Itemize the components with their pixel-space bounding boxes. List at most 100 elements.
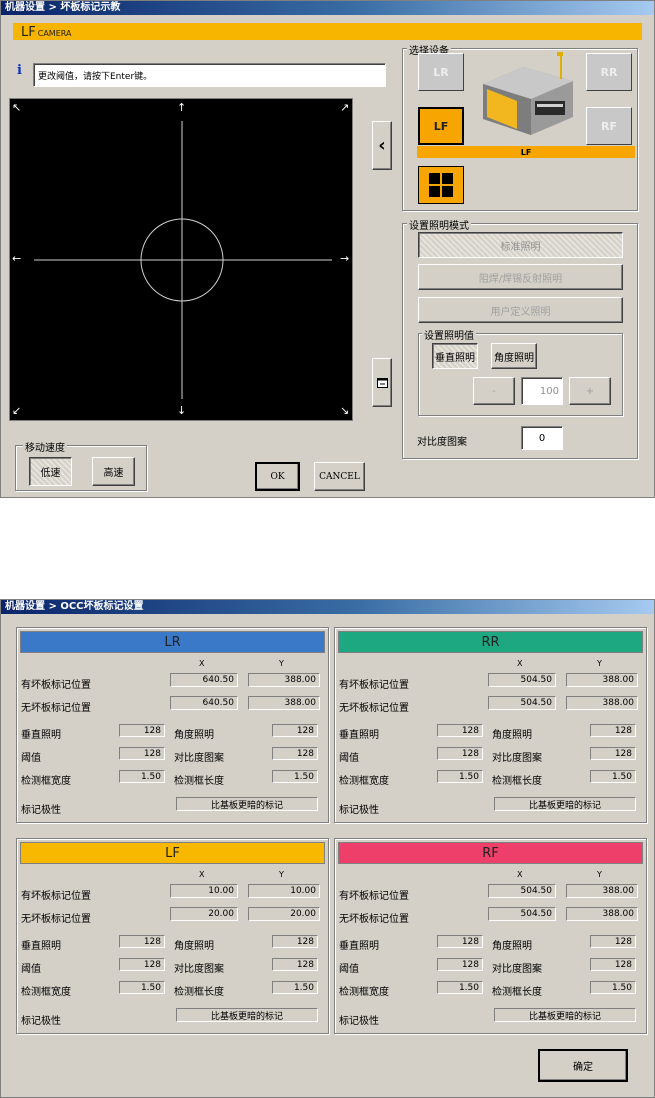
polarity-field: 比基板更暗的标记 xyxy=(176,1008,318,1022)
col-x-label: X xyxy=(517,659,523,668)
high-speed-button[interactable]: 高速 xyxy=(92,457,135,486)
occ-title: 机器设置 > OCC坏板标记设置 xyxy=(5,601,144,612)
plus-button[interactable]: + xyxy=(569,377,611,405)
vertical-field: 128 xyxy=(437,724,483,737)
width-label: 检测框宽度 xyxy=(21,987,71,998)
arrow-e-button[interactable]: → xyxy=(340,252,349,265)
cancel-button[interactable]: CANCEL xyxy=(314,462,365,491)
panel-name: RF xyxy=(482,845,499,861)
contrast-field[interactable]: 0 xyxy=(521,426,563,450)
vertical-field: 128 xyxy=(437,935,483,948)
vertical-light-button[interactable]: 垂直照明 xyxy=(432,343,478,369)
contrast-label: 对比度图案 xyxy=(492,964,542,975)
has-x-field: 10.00 xyxy=(170,884,238,898)
threshold-label: 阈值 xyxy=(339,753,359,764)
has-pos-label: 有坏板标记位置 xyxy=(21,680,91,691)
contrast-field: 128 xyxy=(272,747,318,760)
length-field: 1.50 xyxy=(272,981,318,994)
light-value-field[interactable]: 100 xyxy=(521,377,563,405)
camera-header: LF CAMERA xyxy=(13,23,642,40)
contrast-field: 128 xyxy=(590,747,636,760)
length-field: 1.50 xyxy=(272,770,318,783)
device-rf-button[interactable]: RF xyxy=(586,107,632,145)
camera-viewer[interactable]: ↖ ↑ ↗ ← → ↙ ↓ ↘ xyxy=(9,98,353,421)
occ-window: 机器设置 > OCC坏板标记设置 LR X Y 有坏板标记位置 640.50 3… xyxy=(0,599,655,1098)
col-y-label: Y xyxy=(597,870,602,879)
device-panel-lf: LF X Y 有坏板标记位置 10.00 10.00 无坏板标记位置 20.00… xyxy=(16,838,329,1034)
vertical-field: 128 xyxy=(119,935,165,948)
device-lf-label: LF xyxy=(433,119,449,133)
confirm-label: 确定 xyxy=(573,1062,593,1073)
arrow-w-button[interactable]: ← xyxy=(12,252,21,265)
device-rr-label: RR xyxy=(600,65,618,79)
device-panel-rf: RF X Y 有坏板标记位置 504.50 388.00 无坏板标记位置 504… xyxy=(334,838,647,1034)
panel-header: LR xyxy=(20,631,325,653)
length-field: 1.50 xyxy=(590,770,636,783)
solder-lighting-button[interactable]: 阻焊/焊锡反射照明 xyxy=(418,264,623,290)
teach-title: 机器设置 > 坏板标记示教 xyxy=(5,2,121,13)
angle-field: 128 xyxy=(272,935,318,948)
no-y-field: 388.00 xyxy=(248,696,320,710)
length-label: 检测框长度 xyxy=(174,776,224,787)
col-y-label: Y xyxy=(597,659,602,668)
ok-button[interactable]: OK xyxy=(255,462,300,491)
move-speed-title: 移动速度 xyxy=(23,439,67,454)
polarity-field: 比基板更暗的标记 xyxy=(494,1008,636,1022)
confirm-button[interactable]: 确定 xyxy=(538,1049,628,1082)
contrast-field: 128 xyxy=(590,958,636,971)
vertical-label: 垂直照明 xyxy=(339,730,379,741)
arrow-ne-button[interactable]: ↗ xyxy=(340,101,349,114)
panel-header: LF xyxy=(20,842,325,864)
device-rf-label: RF xyxy=(601,119,617,133)
no-x-field: 504.50 xyxy=(488,907,556,921)
vertical-label: 垂直照明 xyxy=(21,941,61,952)
crosshair-overlay xyxy=(34,121,332,399)
no-y-field: 20.00 xyxy=(248,907,320,921)
no-x-field: 20.00 xyxy=(170,907,238,921)
has-x-field: 504.50 xyxy=(488,884,556,898)
device-lr-button[interactable]: LR xyxy=(418,53,464,91)
contrast-label: 对比度图案 xyxy=(174,964,224,975)
threshold-label: 阈值 xyxy=(339,964,359,975)
device-selected-label: LF xyxy=(520,147,532,157)
arrow-n-button[interactable]: ↑ xyxy=(177,101,186,114)
polarity-label: 标记极性 xyxy=(21,1016,61,1027)
angle-light-button[interactable]: 角度照明 xyxy=(491,343,537,369)
has-x-field: 504.50 xyxy=(488,673,556,687)
width-label: 检测框宽度 xyxy=(339,776,389,787)
view-toggle-button[interactable] xyxy=(372,358,392,407)
vertical-label: 垂直照明 xyxy=(339,941,379,952)
cancel-label: CANCEL xyxy=(319,471,360,482)
standard-lighting-button[interactable]: 标准照明 xyxy=(418,232,623,258)
length-label: 检测框长度 xyxy=(492,776,542,787)
user-lighting-button[interactable]: 用户定义照明 xyxy=(418,297,623,323)
col-y-label: Y xyxy=(279,870,284,879)
camera-sub-label: CAMERA xyxy=(37,29,72,38)
no-y-field: 388.00 xyxy=(566,907,638,921)
has-pos-label: 有坏板标记位置 xyxy=(339,891,409,902)
arrow-sw-button[interactable]: ↙ xyxy=(12,404,21,417)
panel-name: LR xyxy=(164,634,181,650)
device-lf-button[interactable]: LF xyxy=(418,107,464,145)
width-field: 1.50 xyxy=(437,770,483,783)
arrow-se-button[interactable]: ↘ xyxy=(340,404,349,417)
angle-label: 角度照明 xyxy=(174,941,214,952)
angle-field: 128 xyxy=(590,724,636,737)
polarity-field: 比基板更暗的标记 xyxy=(176,797,318,811)
arrow-nw-button[interactable]: ↖ xyxy=(12,101,21,114)
polarity-label: 标记极性 xyxy=(339,1016,379,1027)
grid-view-button[interactable] xyxy=(418,166,464,204)
width-label: 检测框宽度 xyxy=(21,776,71,787)
collapse-left-button[interactable]: ‹ xyxy=(372,121,392,170)
threshold-label: 阈值 xyxy=(21,753,41,764)
low-speed-button[interactable]: 低速 xyxy=(29,457,72,486)
arrow-s-button[interactable]: ↓ xyxy=(177,404,186,417)
device-rr-button[interactable]: RR xyxy=(586,53,632,91)
threshold-field: 128 xyxy=(119,958,165,971)
occ-title-bar: 机器设置 > OCC坏板标记设置 xyxy=(1,600,654,614)
lighting-title: 设置照明模式 xyxy=(407,217,471,232)
contrast-label: 对比度图案 xyxy=(417,437,467,448)
polarity-label: 标记极性 xyxy=(339,805,379,816)
info-text-field: 更改阈值，请按下Enter键。 xyxy=(33,63,386,87)
minus-button[interactable]: - xyxy=(473,377,515,405)
